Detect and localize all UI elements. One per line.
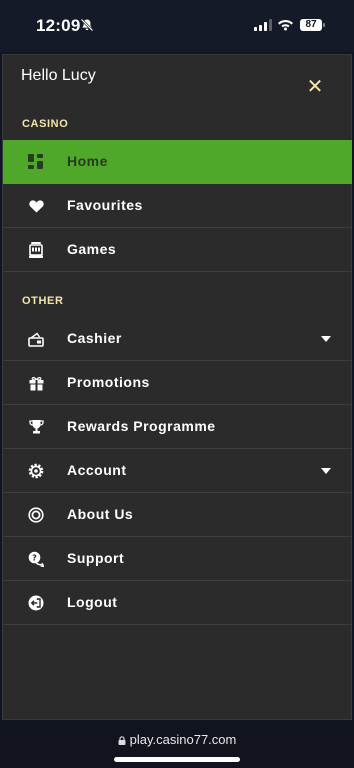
menu-item-label: Promotions (67, 374, 150, 390)
trophy-icon (27, 418, 45, 436)
menu-item-label: Games (67, 241, 117, 257)
menu-item-logout[interactable]: Logout (3, 581, 352, 625)
wifi-icon (278, 20, 293, 31)
section-title-casino: CASINO (22, 118, 69, 130)
menu-item-label: Support (67, 550, 125, 566)
menu-item-about-us[interactable]: About Us (3, 493, 352, 537)
menu-item-label: Account (67, 462, 127, 478)
chat-icon: ? (27, 550, 45, 568)
menu-item-label: Favourites (67, 197, 143, 213)
wallet-icon (27, 330, 45, 348)
battery-nub (323, 23, 325, 27)
chevron-down-icon[interactable] (321, 336, 331, 343)
menu-item-support[interactable]: ? Support (3, 537, 352, 581)
address-bar[interactable]: play.casino77.com (0, 732, 354, 747)
status-time: 12:09 (36, 16, 81, 35)
dashboard-icon (27, 153, 45, 171)
menu-item-label: Logout (67, 594, 118, 610)
chevron-down-icon[interactable] (321, 468, 331, 475)
url-text: play.casino77.com (129, 732, 237, 747)
info-circle-icon (27, 506, 45, 524)
heart-icon (27, 197, 45, 215)
menu-item-label: About Us (67, 506, 134, 522)
logout-icon (27, 594, 45, 612)
close-icon: ✕ (306, 76, 324, 98)
menu-item-home[interactable]: Home (3, 140, 352, 184)
menu-item-cashier[interactable]: Cashier (3, 317, 352, 361)
menu-item-rewards[interactable]: Rewards Programme (3, 405, 352, 449)
svg-text:?: ? (32, 553, 37, 562)
menu-item-favourites[interactable]: Favourites (3, 184, 352, 228)
gift-icon (27, 374, 45, 392)
menu-item-account[interactable]: Account (3, 449, 352, 493)
section-title-other: OTHER (22, 295, 64, 307)
lock-icon (118, 736, 126, 745)
battery-indicator: 87 (300, 19, 322, 31)
side-menu: Hello Lucy ✕ CASINO Home Favourites Game… (2, 54, 352, 720)
menu-item-label: Cashier (67, 330, 122, 346)
menu-item-games[interactable]: Games (3, 228, 352, 272)
menu-item-promotions[interactable]: Promotions (3, 361, 352, 405)
cellular-signal-icon (254, 19, 272, 31)
menu-item-label: Rewards Programme (67, 418, 216, 434)
gear-icon (27, 462, 45, 480)
home-indicator[interactable] (114, 757, 240, 762)
close-button[interactable]: ✕ (303, 75, 327, 99)
slot-machine-icon (27, 241, 45, 259)
status-bar: 12:09 87 (0, 0, 354, 52)
menu-item-label: Home (67, 153, 108, 169)
muted-bell-icon (80, 18, 94, 32)
greeting-text: Hello Lucy (21, 67, 96, 84)
browser-bottom-bar: play.casino77.com (0, 722, 354, 768)
